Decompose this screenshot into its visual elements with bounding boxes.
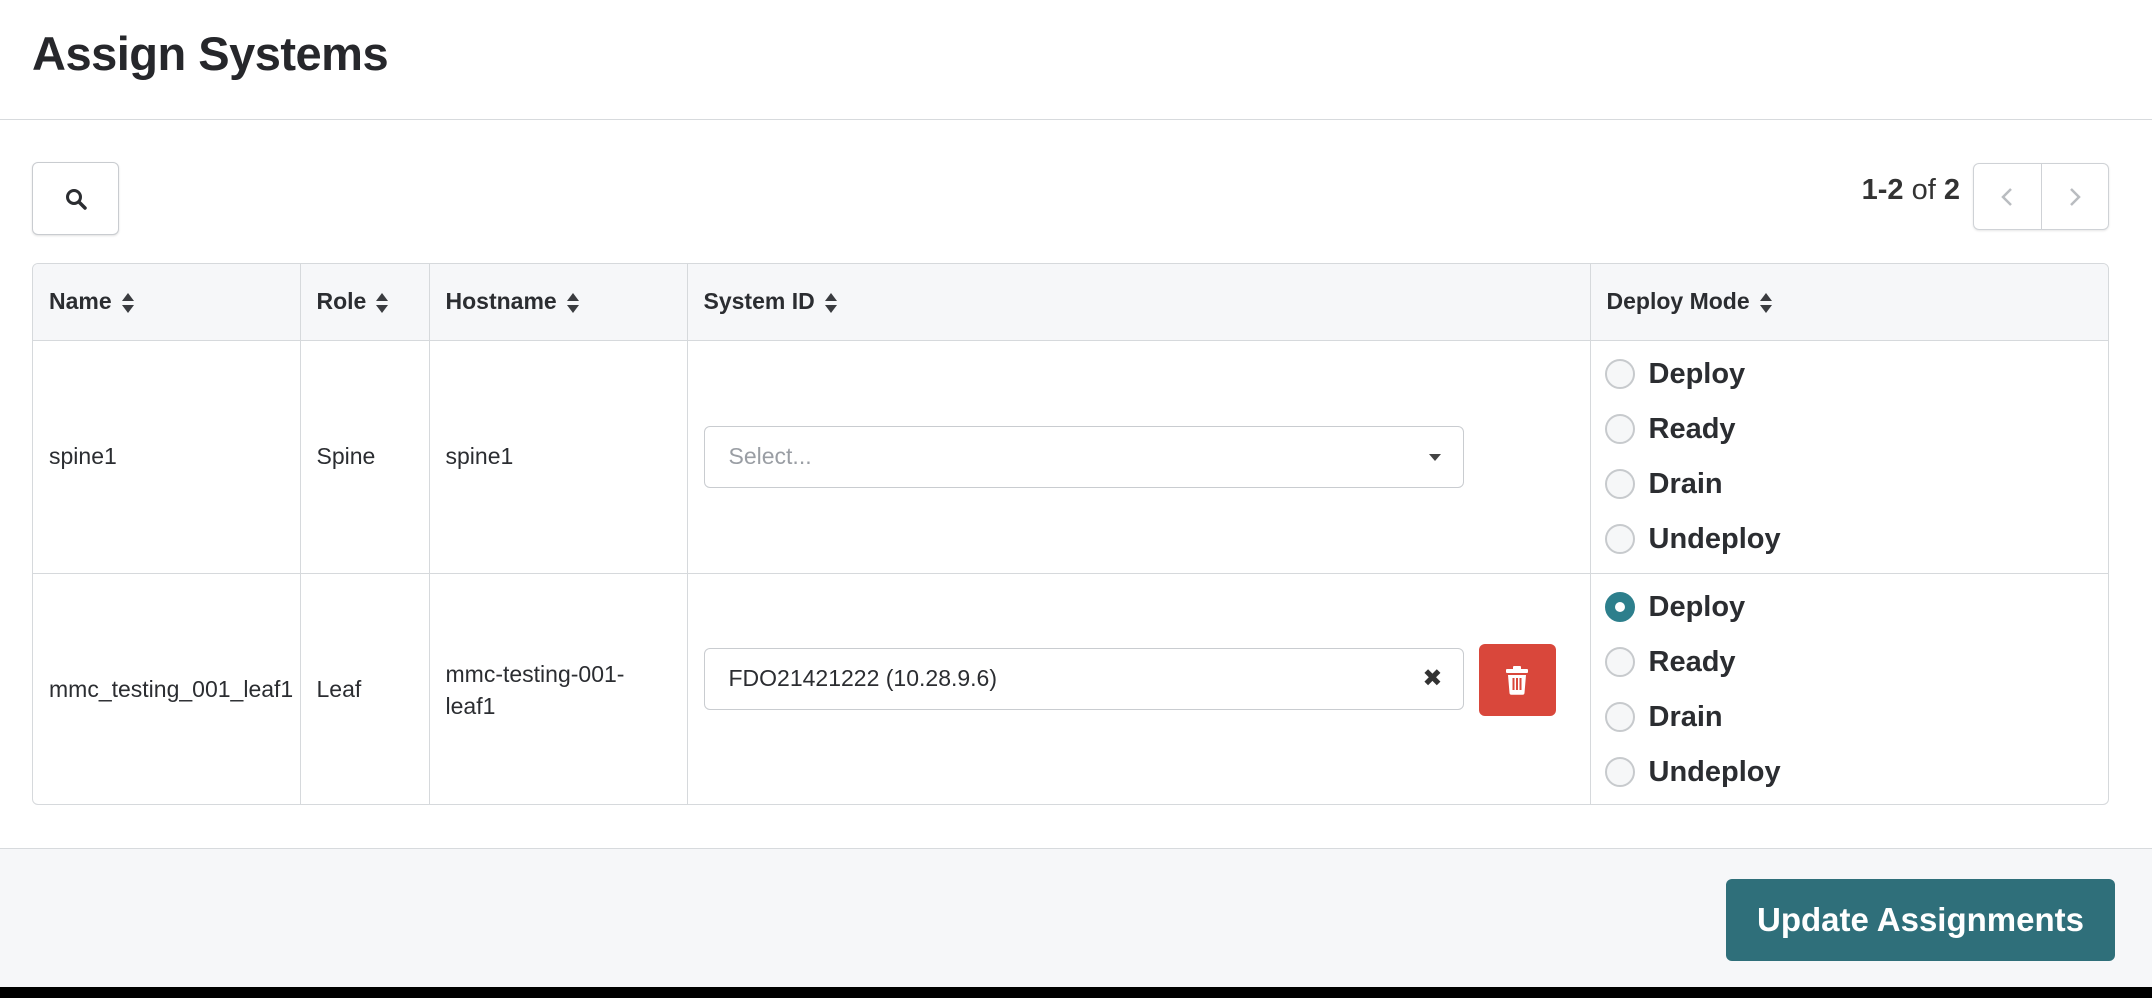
sort-icon [1759,293,1772,314]
cell-name: spine1 [33,340,301,574]
table-header-row: Name Role Hostname System ID Deploy Mode [33,264,2108,341]
radio-button-checked[interactable] [1604,592,1635,623]
table-row: spine1 Spine spine1 Select... Deploy Rea… [33,340,2108,574]
clear-icon[interactable]: ✖ [1422,664,1442,693]
radio-ready[interactable]: Ready [1604,404,2097,454]
pagination-summary: 1-2 of 2 [1862,174,1960,207]
cell-hostname: spine1 [429,340,688,574]
radio-ready[interactable]: Ready [1604,637,2097,687]
cell-role: Leaf [300,573,430,804]
radio-button[interactable] [1604,359,1635,389]
cell-hostname: mmc-testing-001-leaf1 [429,573,688,804]
pagination-of: of [1911,174,1936,206]
cell-name: mmc_testing_001_leaf1 [33,573,301,804]
assign-systems-dialog: Assign Systems 1-2 of 2 Name Role Hostna… [0,0,2152,987]
system-id-select[interactable]: Select... [703,425,1464,488]
deploy-mode-radio-group: Deploy Ready Drain Undeploy [1604,574,2097,805]
pagination-total: 2 [1943,174,1960,206]
delete-button[interactable] [1478,643,1556,716]
page-title: Assign Systems [32,27,389,80]
radio-deploy[interactable]: Deploy [1604,349,2097,399]
radio-button[interactable] [1604,757,1635,788]
radio-button[interactable] [1604,414,1635,444]
systems-table: Name Role Hostname System ID Deploy Mode… [32,263,2109,805]
cell-system-id: FDO21421222 (10.28.9.6) ✖ [687,573,1591,804]
dialog-footer: Update Assignments [0,848,2152,987]
column-header-system-id[interactable]: System ID [687,264,1591,341]
radio-undeploy[interactable]: Undeploy [1604,514,2097,564]
radio-button[interactable] [1604,647,1635,678]
deploy-mode-radio-group: Deploy Ready Drain Undeploy [1604,341,2097,573]
pagination-controls [1973,163,2109,230]
radio-button[interactable] [1604,524,1635,554]
chevron-left-icon [2001,187,2013,206]
prev-page-button[interactable] [1974,164,2041,229]
column-header-hostname[interactable]: Hostname [429,264,688,341]
column-header-name[interactable]: Name [33,264,301,341]
trash-icon [1506,665,1528,695]
system-id-select[interactable]: FDO21421222 (10.28.9.6) ✖ [703,647,1464,710]
column-header-deploy-mode[interactable]: Deploy Mode [1590,264,2108,341]
next-page-button[interactable] [2040,164,2109,229]
cell-role: Spine [300,340,430,574]
radio-button[interactable] [1604,469,1635,499]
sort-icon [824,293,837,314]
search-button[interactable] [32,162,119,235]
sort-icon [121,293,134,314]
search-icon [65,188,87,210]
select-value: FDO21421222 (10.28.9.6) [728,665,998,692]
update-assignments-button[interactable]: Update Assignments [1726,879,2115,961]
radio-drain[interactable]: Drain [1604,692,2097,742]
sort-icon [376,293,389,314]
pagination-range: 1-2 [1861,174,1904,206]
chevron-right-icon [2069,187,2081,206]
radio-undeploy[interactable]: Undeploy [1604,747,2097,797]
cell-deploy-mode: Deploy Ready Drain Undeploy [1590,573,2108,805]
dialog-header: Assign Systems [0,0,2152,120]
radio-button[interactable] [1604,702,1635,733]
sort-icon [566,293,579,314]
select-placeholder: Select... [728,443,812,469]
radio-drain[interactable]: Drain [1604,459,2097,509]
chevron-down-icon [1428,453,1441,461]
cell-deploy-mode: Deploy Ready Drain Undeploy [1590,340,2108,574]
table-row: mmc_testing_001_leaf1 Leaf mmc-testing-0… [33,573,2108,805]
cell-system-id: Select... [687,340,1591,574]
radio-deploy[interactable]: Deploy [1604,582,2097,632]
column-header-role[interactable]: Role [300,264,430,341]
